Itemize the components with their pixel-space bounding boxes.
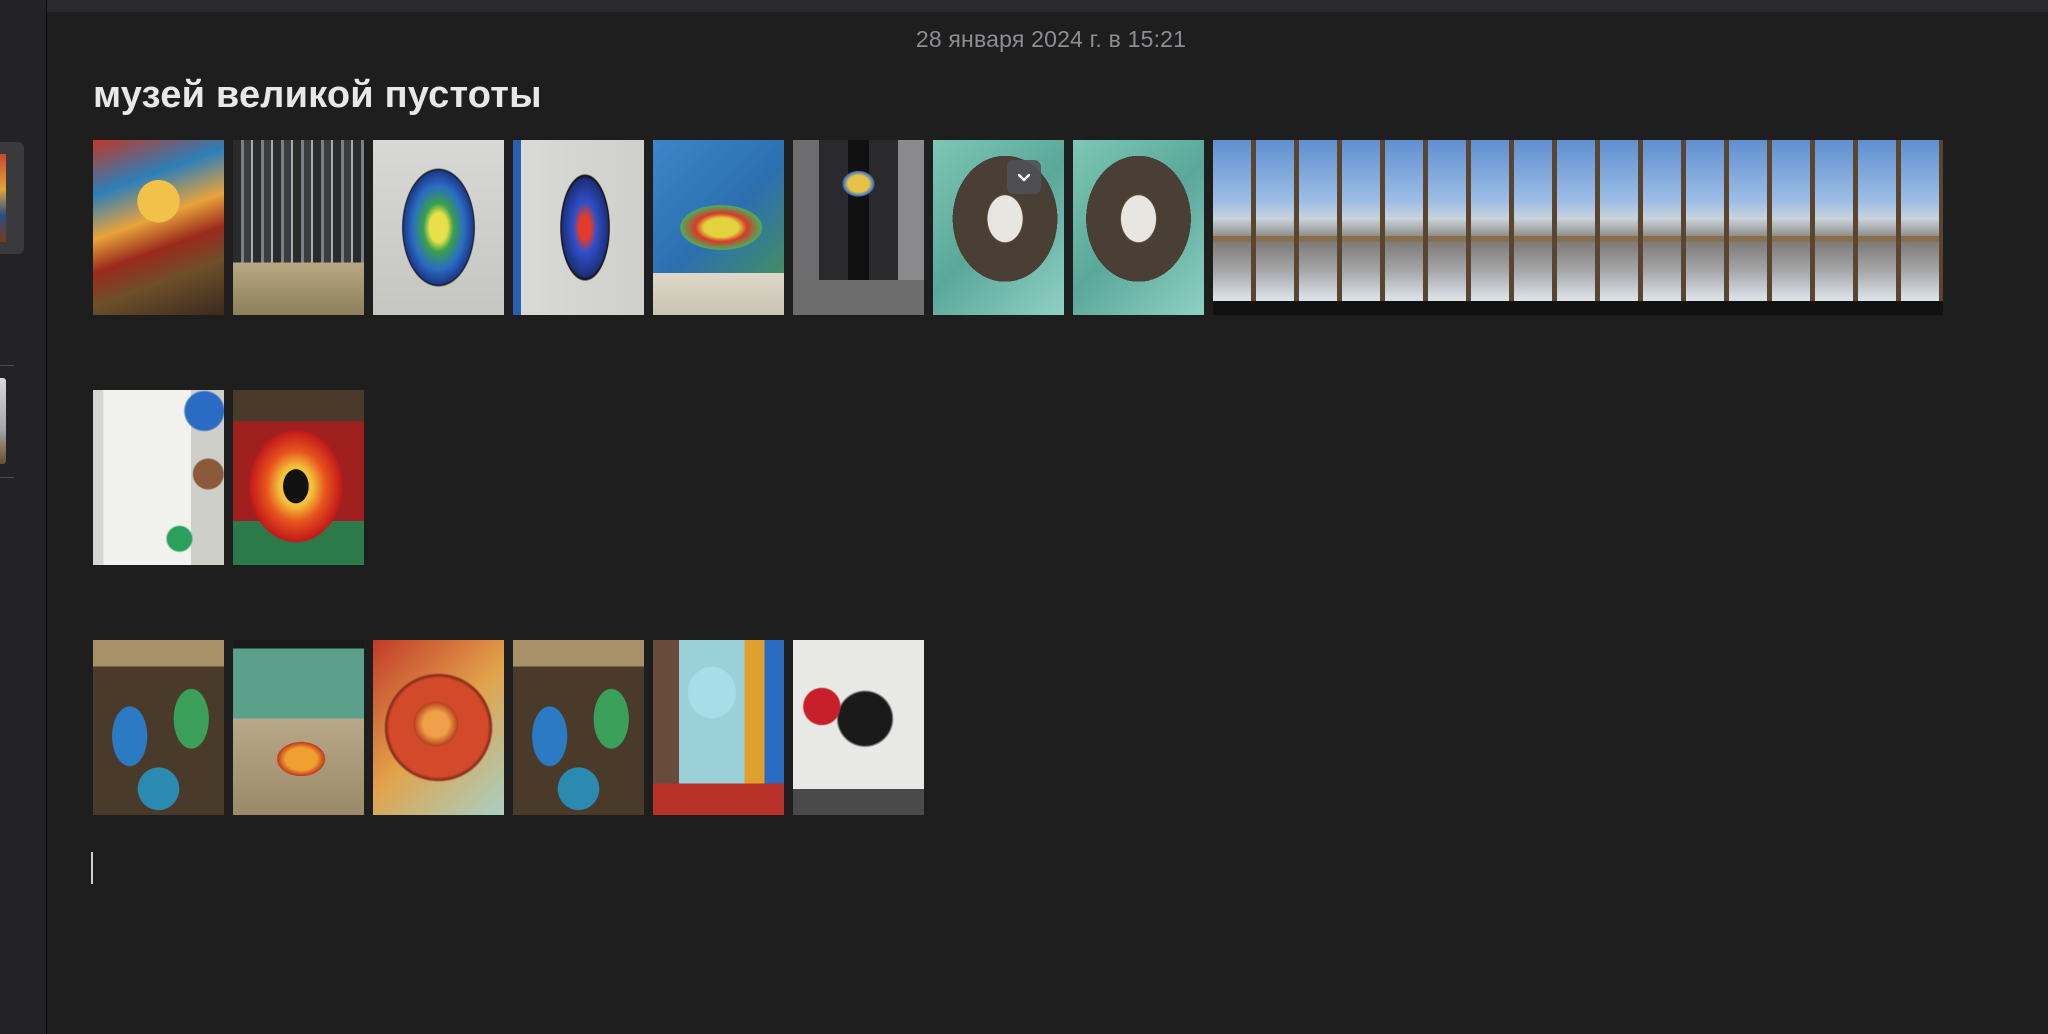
photo-attachment[interactable] (793, 640, 924, 815)
sidebar-divider (0, 477, 14, 478)
photo-attachment[interactable] (653, 640, 784, 815)
photo-attachment[interactable] (93, 140, 224, 315)
photo-attachment[interactable] (233, 390, 364, 565)
photo-attachment[interactable] (373, 140, 504, 315)
photo-attachment[interactable] (93, 640, 224, 815)
note-date: 28 января 2024 г. в 15:21 (915, 26, 1187, 52)
note-title[interactable]: музей великой пустоты (93, 74, 542, 117)
photo-attachment[interactable] (373, 640, 504, 815)
text-cursor (91, 852, 93, 884)
attachment-row-3 (93, 640, 924, 815)
panorama-attachment[interactable] (1213, 140, 1943, 315)
photo-attachment[interactable] (513, 140, 644, 315)
attachment-menu-button[interactable] (1007, 160, 1041, 194)
photo-attachment[interactable] (93, 390, 224, 565)
window-top-bar (0, 0, 2048, 12)
photo-attachment[interactable] (653, 140, 784, 315)
notes-list-sidebar (0, 0, 47, 1034)
notes-window: 28 января 2024 г. в 15:21 музей великой … (0, 0, 2048, 1034)
sidebar-note-item-selected[interactable] (0, 142, 24, 254)
photo-attachment[interactable] (793, 140, 924, 315)
note-thumbnail (0, 154, 6, 242)
sidebar-divider (0, 365, 14, 366)
photo-attachment[interactable] (233, 640, 364, 815)
photo-attachment[interactable] (933, 140, 1064, 315)
photo-attachment[interactable] (513, 640, 644, 815)
attachment-row-1 (93, 140, 1943, 315)
chevron-down-icon (1017, 173, 1031, 182)
photo-attachment[interactable] (233, 140, 364, 315)
photo-attachment[interactable] (1073, 140, 1204, 315)
sidebar-note-item[interactable] (0, 378, 6, 464)
attachment-row-2 (93, 390, 373, 565)
